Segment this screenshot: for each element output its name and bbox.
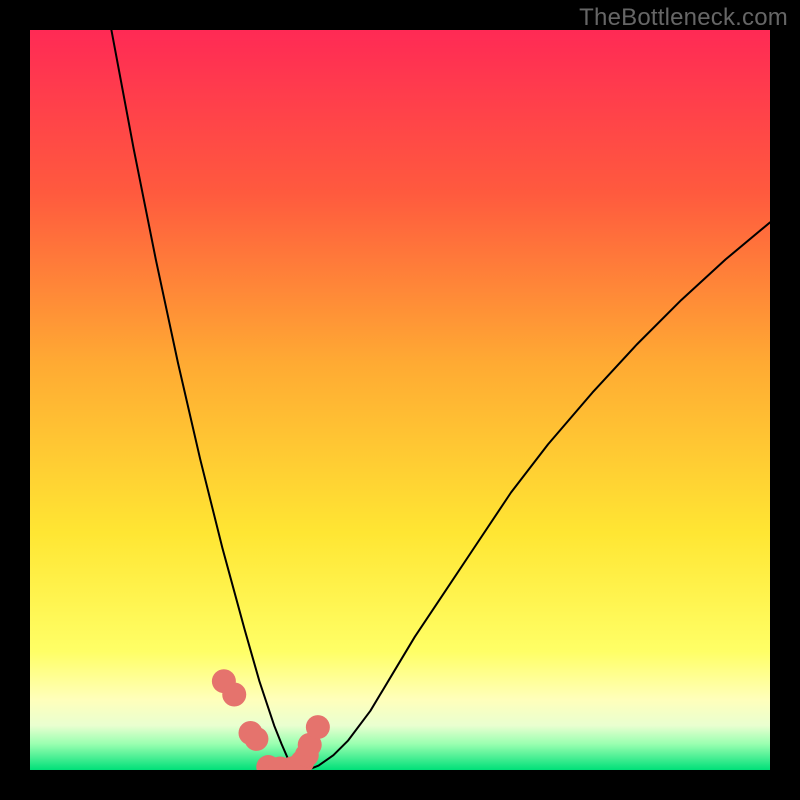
- gradient-background: [30, 30, 770, 770]
- chart-frame: TheBottleneck.com: [0, 0, 800, 800]
- watermark-text: TheBottleneck.com: [579, 4, 788, 32]
- plot-area: [30, 30, 770, 770]
- chart-svg: [30, 30, 770, 770]
- data-point-marker: [244, 727, 268, 751]
- data-point-marker: [222, 683, 246, 707]
- data-point-marker: [306, 715, 330, 739]
